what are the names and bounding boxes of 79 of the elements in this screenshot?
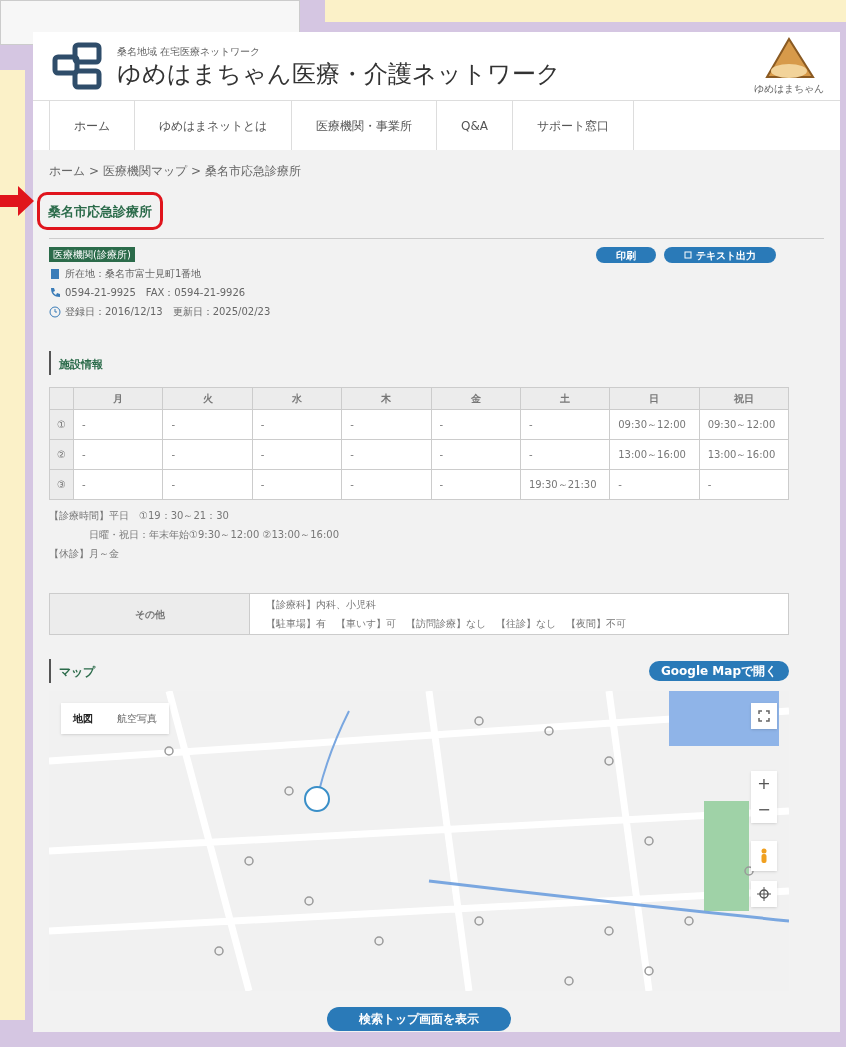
zoom-button[interactable]: − <box>751 797 777 823</box>
table-header: その他 <box>50 594 250 634</box>
table-header: 月 <box>73 387 163 410</box>
site-subtitle: 桑名地域 在宅医療ネットワーク <box>117 44 262 59</box>
page-heading: 桑名市応急診療所 <box>48 204 152 219</box>
table-header: 水 <box>252 387 342 410</box>
table-cell: 09:30～12:00 <box>609 409 700 440</box>
table-cell: - <box>341 469 431 500</box>
row-header: ③ <box>49 469 74 500</box>
zoom-button[interactable]: + <box>751 771 777 797</box>
table-cell: - <box>73 469 163 500</box>
street-view-button[interactable] <box>751 841 777 871</box>
table-cell: - <box>341 409 431 440</box>
table-cell: - <box>252 439 342 470</box>
action-button[interactable]: 印刷 <box>596 247 656 263</box>
table-cell: - <box>520 409 610 440</box>
search-top-button[interactable]: 検索トップ画面を表示 <box>327 1007 511 1031</box>
section-title: 施設情報 <box>59 358 103 371</box>
section-title: マップ <box>59 665 95 679</box>
table-cell: - <box>162 439 253 470</box>
map-type-tab[interactable]: 地図 <box>61 703 105 734</box>
fullscreen-button[interactable] <box>751 703 777 729</box>
table-cell: - <box>73 409 163 440</box>
table-cell: - <box>252 409 342 440</box>
table-cell: 09:30～12:00 <box>699 409 789 440</box>
table-cell: - <box>431 469 521 500</box>
table-cell: - <box>341 439 431 470</box>
nav-link[interactable]: ホーム <box>49 101 134 150</box>
table-cell: 13:00～16:00 <box>609 439 700 470</box>
table-header: 木 <box>341 387 431 410</box>
table-header: 金 <box>431 387 521 410</box>
building-icon <box>49 267 61 280</box>
mascot-caption: ゆめはまちゃん <box>754 81 824 96</box>
table-header: 祝日 <box>699 387 789 410</box>
table-cell: - <box>162 409 253 440</box>
table-header: 日 <box>609 387 700 410</box>
crosshair-icon <box>757 887 771 901</box>
location-button[interactable] <box>751 881 777 907</box>
nav-link[interactable]: ゆめはまネットとは <box>134 101 291 150</box>
row-header: ① <box>49 409 74 440</box>
table-cell: 19:30～21:30 <box>520 469 610 500</box>
table-cell: - <box>431 439 521 470</box>
nav-link[interactable]: 医療機関・事業所 <box>291 101 436 150</box>
table-cell: - <box>431 409 521 440</box>
nav-link[interactable]: サポート窓口 <box>512 101 634 150</box>
category-badge: 医療機関(診療所) <box>49 247 135 262</box>
table-cell: - <box>73 439 163 470</box>
table-cell: - <box>162 469 253 500</box>
nav-link[interactable]: Q&A <box>436 101 512 150</box>
note-text: 日曜・祝日：年末年始①9:30～12:00 ②13:00～16:00 <box>88 528 341 542</box>
table-cell: - <box>699 469 789 500</box>
breadcrumb-link[interactable]: ホーム <box>49 162 85 180</box>
note-text: 【診療時間】平日 ①19：30～21：30 <box>49 509 230 523</box>
map-link-button[interactable]: Google Mapで開く <box>649 661 789 681</box>
info-text: 所在地：桑名市富士見町1番地 <box>65 267 202 281</box>
table-cell: 13:00～16:00 <box>699 439 789 470</box>
breadcrumb-separator: > <box>89 163 100 180</box>
arrow-icon <box>0 186 34 216</box>
fullscreen-icon <box>758 710 770 722</box>
row-header: ② <box>49 439 74 470</box>
map-type-tab[interactable]: 航空写真 <box>105 703 169 734</box>
table-cell-text: 【駐車場】有 【車いす】可 【訪問診療】なし 【往診】なし 【夜間】不可 <box>266 617 626 631</box>
clock-icon <box>49 305 61 318</box>
phone-icon <box>49 286 61 299</box>
table-header: 火 <box>162 387 253 410</box>
table-cell-text: 【診療科】内科、小児科 <box>266 598 377 612</box>
site-title: ゆめはまちゃん医療・介護ネットワーク <box>117 58 561 89</box>
person-icon <box>760 848 768 864</box>
note-text: 【休診】月～金 <box>49 547 120 561</box>
table-cell: - <box>520 439 610 470</box>
info-text: 0594-21-9925 FAX：0594-21-9926 <box>65 286 246 300</box>
action-button[interactable]: テキスト出力 <box>664 247 776 263</box>
breadcrumb-separator: > <box>191 163 202 180</box>
table-header: 土 <box>520 387 610 410</box>
table-cell: - <box>609 469 700 500</box>
breadcrumb-link[interactable]: 桑名市応急診療所 <box>205 162 302 180</box>
breadcrumb-link[interactable]: 医療機関マップ <box>103 162 188 180</box>
table-cell: - <box>252 469 342 500</box>
info-text: 登録日：2016/12/13 更新日：2025/02/23 <box>65 305 271 319</box>
